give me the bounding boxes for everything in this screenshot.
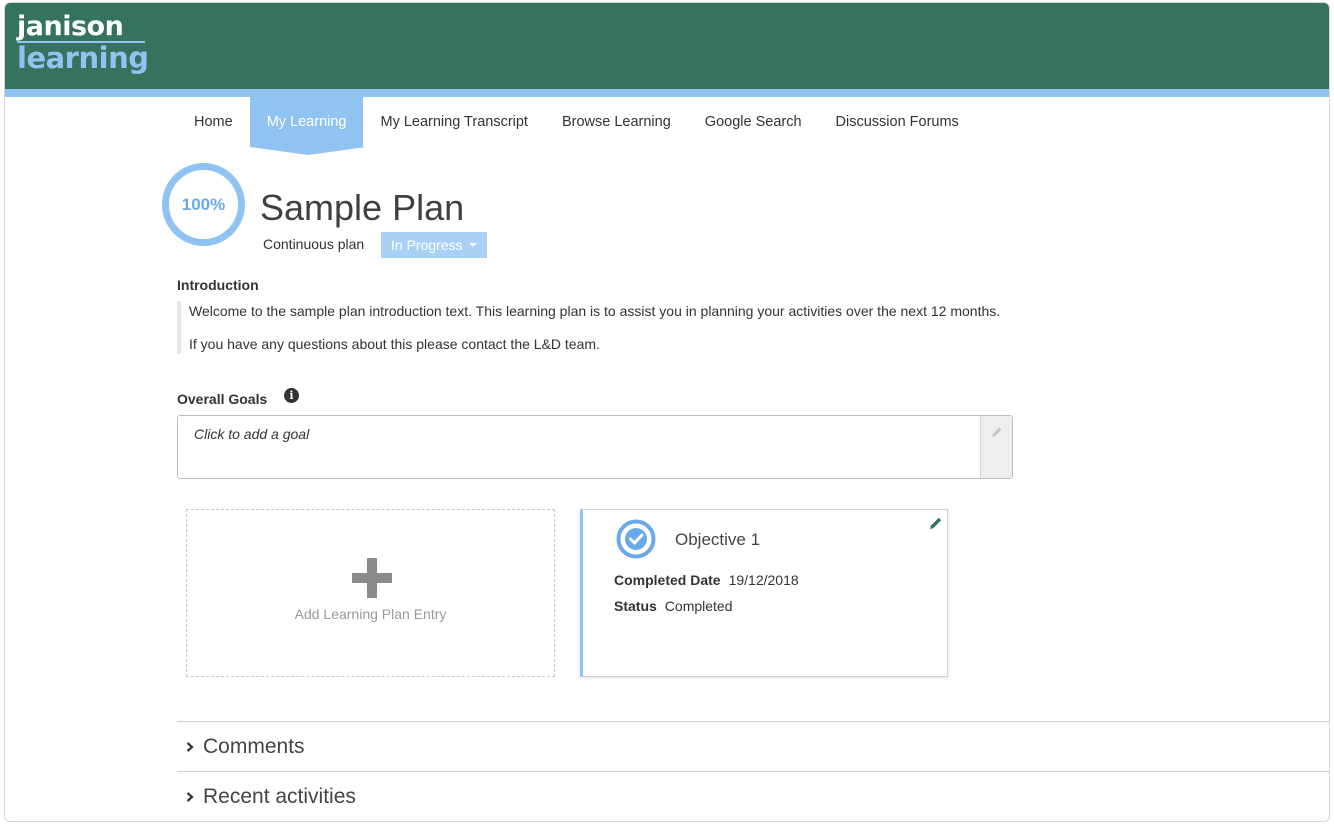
objective-status-row: Status Completed — [614, 598, 733, 614]
plan-status-dropdown[interactable]: In Progress — [381, 232, 487, 258]
app-header: janison learning — [5, 3, 1329, 89]
introduction-text: Welcome to the sample plan introduction … — [177, 301, 1077, 354]
nav-item-browse-learning[interactable]: Browse Learning — [545, 97, 688, 147]
chevron-right-icon — [186, 741, 194, 752]
plan-status-value: In Progress — [391, 237, 463, 253]
objective-title: Objective 1 — [675, 530, 761, 549]
introduction-line: If you have any questions about this ple… — [189, 336, 600, 352]
logo-line-1: janison — [17, 11, 124, 42]
comments-section-toggle[interactable]: Comments — [177, 721, 1329, 771]
goal-edit-button[interactable] — [980, 416, 1012, 478]
add-entry-label: Add Learning Plan Entry — [294, 606, 447, 622]
add-goal-field[interactable]: Click to add a goal — [177, 415, 1013, 479]
introduction-heading: Introduction — [177, 277, 259, 293]
edit-pencil-icon[interactable] — [929, 516, 943, 530]
plus-icon — [352, 558, 392, 598]
recent-activities-section-toggle[interactable]: Recent activities — [177, 771, 1329, 821]
main-nav: Home My Learning My Learning Transcript … — [177, 97, 976, 155]
recent-activities-section-label: Recent activities — [203, 784, 356, 808]
nav-item-my-learning-transcript[interactable]: My Learning Transcript — [363, 97, 544, 147]
completed-date-row: Completed Date 19/12/2018 — [614, 572, 799, 588]
comments-section-label: Comments — [203, 734, 305, 758]
app-frame: janison learning Home My Learning My Lea… — [4, 2, 1330, 822]
pencil-icon — [991, 427, 1001, 437]
plan-progress-label: 100% — [181, 194, 226, 214]
goal-placeholder-text: Click to add a goal — [194, 426, 310, 442]
overall-goals-heading: Overall Goals — [177, 391, 268, 407]
chevron-right-icon — [186, 791, 194, 802]
janison-learning-logo[interactable]: janison learning — [17, 11, 149, 75]
objective-status-label: Status — [614, 598, 657, 614]
add-learning-plan-entry-button[interactable]: Add Learning Plan Entry — [186, 509, 555, 677]
logo-line-2: learning — [17, 41, 149, 75]
nav-item-google-search[interactable]: Google Search — [688, 97, 819, 147]
caret-down-icon — [468, 243, 477, 247]
nav-item-discussion-forums[interactable]: Discussion Forums — [819, 97, 976, 147]
info-icon[interactable]: i — [284, 388, 299, 403]
header-accent-stripe — [5, 89, 1329, 97]
objective-status-value: Completed — [664, 598, 733, 614]
objective-card[interactable]: Objective 1 Completed Date 19/12/2018 Sta… — [580, 509, 948, 677]
nav-item-home[interactable]: Home — [177, 97, 250, 147]
plan-type-label: Continuous plan — [263, 236, 365, 252]
completed-date-value: 19/12/2018 — [728, 572, 799, 588]
introduction-line: Welcome to the sample plan introduction … — [189, 303, 1001, 319]
nav-item-my-learning[interactable]: My Learning — [249, 97, 366, 155]
check-circle-icon — [616, 519, 656, 559]
completed-date-label: Completed Date — [614, 572, 721, 588]
page-title: Sample Plan — [260, 187, 465, 228]
